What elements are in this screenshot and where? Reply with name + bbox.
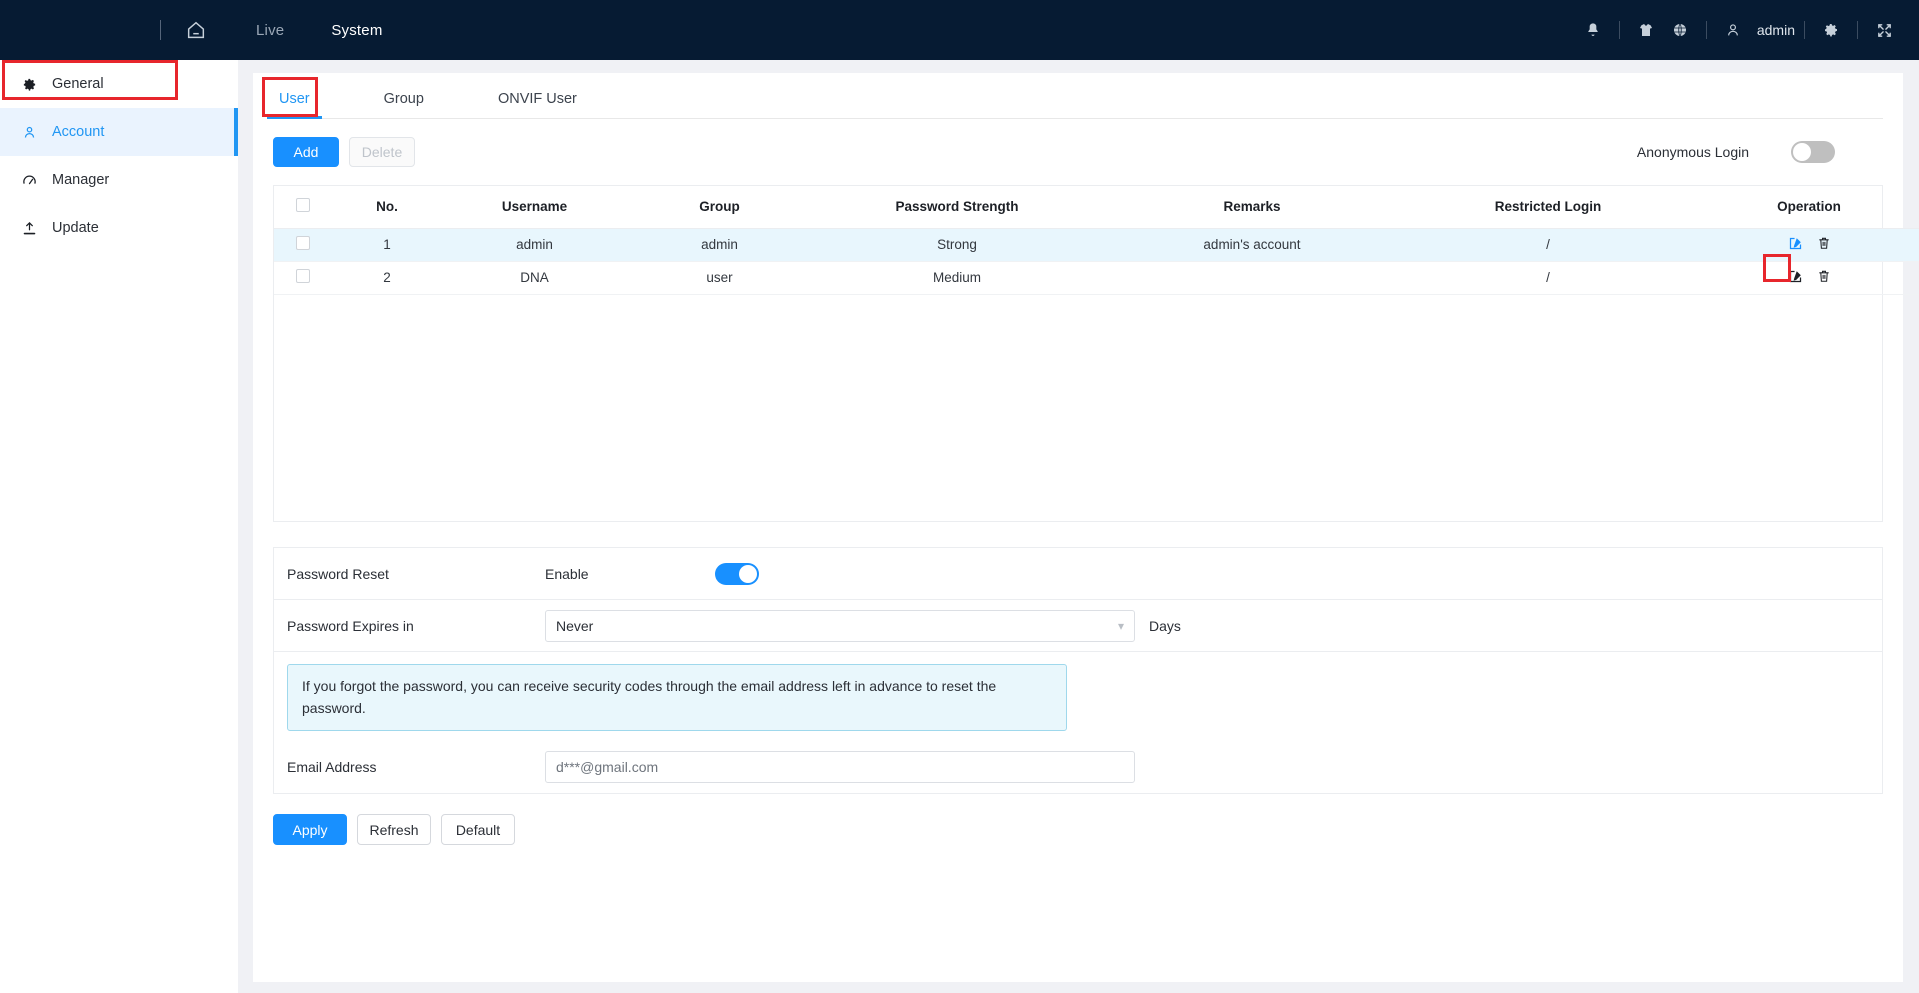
sidebar-item-general[interactable]: General — [0, 60, 238, 108]
nav-item-system[interactable]: System — [331, 22, 382, 39]
sidebar-item-manager[interactable]: Manager — [0, 156, 238, 204]
header-right: admin — [1576, 0, 1901, 60]
tab-bar: User Group ONVIF User — [273, 73, 1883, 119]
sidebar-item-label: Update — [52, 220, 99, 236]
delete-icon[interactable] — [1817, 269, 1831, 286]
gauge-icon — [22, 173, 44, 188]
table-row[interactable]: 1 admin admin Strong admin's account / — [274, 228, 1919, 261]
apply-button[interactable]: Apply — [273, 814, 347, 845]
cell-group: admin — [627, 228, 812, 261]
sidebar: General Account Manager Update — [0, 60, 238, 993]
password-expires-row: Password Expires in Never ▾ Days — [274, 600, 1882, 652]
default-button[interactable]: Default — [441, 814, 515, 845]
gear-icon[interactable] — [1814, 0, 1848, 60]
anonymous-login-label: Anonymous Login — [1637, 144, 1749, 160]
password-expires-label: Password Expires in — [287, 618, 545, 634]
row-checkbox[interactable] — [296, 236, 310, 250]
fullscreen-icon[interactable] — [1867, 0, 1901, 60]
header-left: Live System — [0, 0, 383, 60]
row-checkbox[interactable] — [296, 269, 310, 283]
edit-icon[interactable] — [1788, 269, 1803, 287]
gear-icon — [22, 77, 44, 92]
shirt-icon[interactable] — [1629, 0, 1663, 60]
table-header-row: No. Username Group Password Strength Rem… — [274, 186, 1919, 228]
table-row[interactable]: 2 DNA user Medium / — [274, 261, 1919, 294]
user-table: No. Username Group Password Strength Rem… — [273, 185, 1883, 522]
sidebar-item-label: Account — [52, 124, 104, 140]
app-header: Live System admin — [0, 0, 1919, 60]
home-icon[interactable] — [183, 17, 209, 43]
password-reset-row: Password Reset Enable — [274, 548, 1882, 600]
nav-item-live[interactable]: Live — [256, 22, 284, 39]
table-toolbar: Add Delete Anonymous Login — [273, 119, 1883, 185]
globe-icon[interactable] — [1663, 0, 1697, 60]
password-reset-panel: Password Reset Enable Password Expires i… — [273, 547, 1883, 794]
days-label: Days — [1149, 618, 1181, 634]
header-divider-4 — [1857, 21, 1858, 39]
tab-onvif-user[interactable]: ONVIF User — [492, 91, 583, 118]
password-reset-toggle[interactable] — [715, 563, 759, 585]
tab-user[interactable]: User — [273, 91, 316, 118]
password-reset-note-row: If you forgot the password, you can rece… — [274, 652, 1882, 731]
cell-restricted-login: / — [1402, 261, 1694, 294]
password-reset-label: Password Reset — [287, 566, 545, 582]
enable-label: Enable — [545, 566, 715, 582]
anonymous-login-toggle[interactable] — [1791, 141, 1835, 163]
password-reset-note: If you forgot the password, you can rece… — [287, 664, 1067, 731]
edit-icon[interactable] — [1788, 236, 1803, 254]
delete-icon[interactable] — [1817, 236, 1831, 253]
cell-no: 2 — [332, 261, 442, 294]
user-icon[interactable] — [1716, 0, 1750, 60]
cell-no: 1 — [332, 228, 442, 261]
password-expires-select[interactable]: Never ▾ — [545, 610, 1135, 642]
header-divider-2 — [1706, 21, 1707, 39]
column-password-strength: Password Strength — [812, 186, 1102, 228]
cell-remarks — [1102, 261, 1402, 294]
refresh-button[interactable]: Refresh — [357, 814, 431, 845]
email-address-label: Email Address — [287, 759, 545, 775]
anonymous-login-group: Anonymous Login — [1637, 141, 1835, 163]
email-address-row: Email Address d***@gmail.com — [274, 741, 1882, 793]
select-all-checkbox[interactable] — [296, 198, 310, 212]
header-divider-3 — [1804, 21, 1805, 39]
bell-icon[interactable] — [1576, 0, 1610, 60]
sidebar-item-account[interactable]: Account — [0, 108, 238, 156]
cell-restricted-login: / — [1402, 228, 1694, 261]
toggle-knob — [1793, 143, 1811, 161]
email-field[interactable]: d***@gmail.com — [545, 751, 1135, 783]
select-all-cell — [274, 186, 332, 228]
column-group: Group — [627, 186, 812, 228]
column-username: Username — [442, 186, 627, 228]
cell-password-strength: Medium — [812, 261, 1102, 294]
cell-username: admin — [442, 228, 627, 261]
cell-operation — [1694, 228, 1919, 261]
add-button[interactable]: Add — [273, 137, 339, 167]
user-icon — [22, 125, 44, 140]
cell-group: user — [627, 261, 812, 294]
footer-buttons: Apply Refresh Default — [273, 814, 1903, 845]
column-remarks: Remarks — [1102, 186, 1402, 228]
sidebar-item-label: General — [52, 76, 104, 92]
password-expires-value: Never — [556, 618, 593, 634]
header-divider — [160, 20, 161, 40]
upload-icon — [22, 221, 44, 236]
row-select-cell — [274, 261, 332, 294]
sidebar-item-label: Manager — [52, 172, 109, 188]
cell-username: DNA — [442, 261, 627, 294]
chevron-down-icon: ▾ — [1118, 619, 1124, 633]
content-panel: User Group ONVIF User Add Delete Anonymo… — [253, 73, 1903, 982]
cell-remarks: admin's account — [1102, 228, 1402, 261]
toggle-knob — [739, 565, 757, 583]
column-restricted-login: Restricted Login — [1402, 186, 1694, 228]
row-select-cell — [274, 228, 332, 261]
tab-group[interactable]: Group — [378, 91, 430, 118]
delete-button: Delete — [349, 137, 415, 167]
sidebar-item-update[interactable]: Update — [0, 204, 238, 252]
column-no: No. — [332, 186, 442, 228]
header-divider-1 — [1619, 21, 1620, 39]
column-operation: Operation — [1694, 186, 1919, 228]
cell-operation — [1694, 261, 1919, 294]
cell-password-strength: Strong — [812, 228, 1102, 261]
header-username[interactable]: admin — [1757, 22, 1795, 38]
